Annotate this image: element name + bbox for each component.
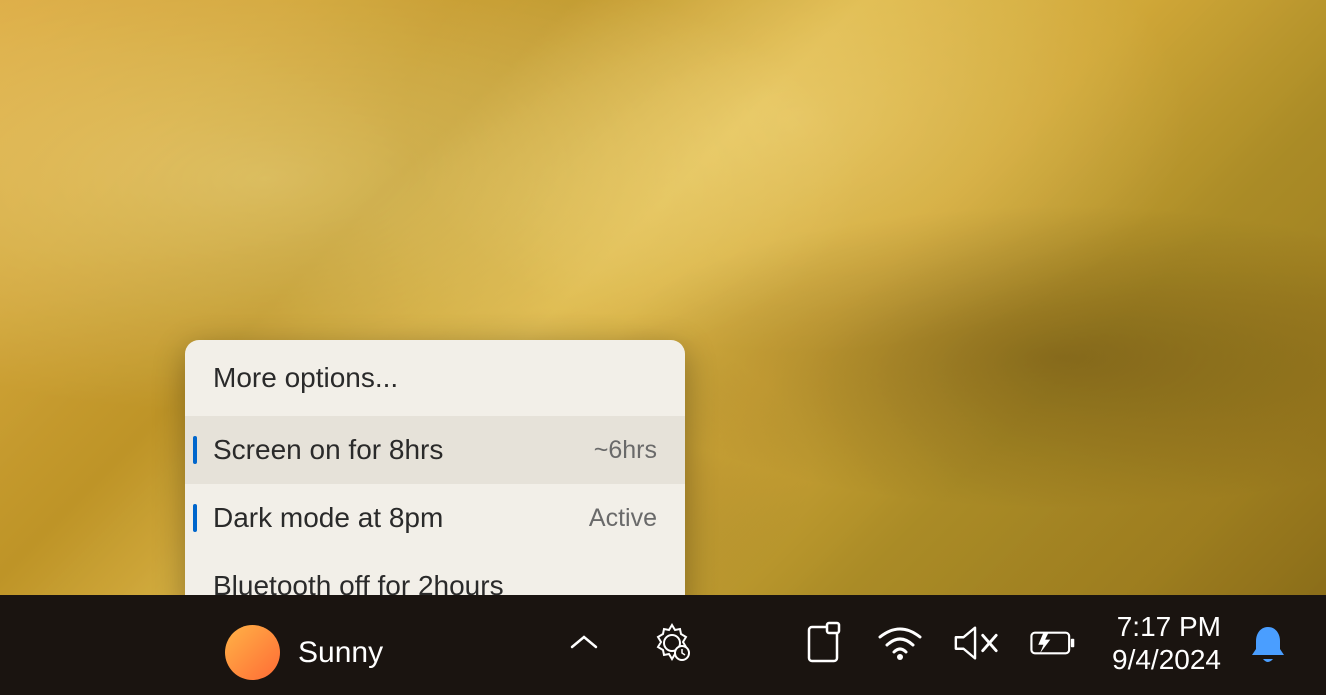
time-display: 7:17 PM [1112,610,1221,644]
more-options-label: More options... [213,362,398,394]
sun-icon [225,625,280,680]
volume-muted-icon [952,623,1000,663]
datetime-display[interactable]: 7:17 PM 9/4/2024 [1112,610,1221,677]
show-hidden-icons[interactable] [560,619,608,667]
dark-mode-label: Dark mode at 8pm [213,502,443,534]
gear-icon [650,621,694,665]
wifi-icon [876,623,924,663]
wifi-tray-icon[interactable] [876,619,924,667]
screen-on-item[interactable]: Screen on for 8hrs ~6hrs [185,416,685,484]
screen-on-value: ~6hrs [594,436,657,465]
active-indicator [193,504,197,532]
active-indicator [193,436,197,464]
notification-button[interactable] [1248,623,1288,667]
screen-on-label: Screen on for 8hrs [213,434,443,466]
bell-icon [1248,623,1288,667]
dark-mode-item[interactable]: Dark mode at 8pm Active [185,484,685,552]
system-tray [800,619,1076,667]
more-options-item[interactable]: More options... [185,340,685,416]
weather-widget[interactable]: Sunny [225,625,383,680]
date-display: 9/4/2024 [1112,643,1221,677]
chevron-up-icon [568,633,600,653]
taskbar-center [560,619,696,667]
battery-charging-icon [1028,625,1076,661]
options-popup-menu: More options... Screen on for 8hrs ~6hrs… [185,340,685,620]
drive-icon [805,621,843,665]
drive-tray-icon[interactable] [800,619,848,667]
weather-condition: Sunny [298,636,383,670]
settings-tray-icon[interactable] [648,619,696,667]
battery-tray-icon[interactable] [1028,619,1076,667]
volume-tray-icon[interactable] [952,619,1000,667]
dark-mode-value: Active [589,504,657,533]
taskbar: Sunny [0,595,1326,695]
